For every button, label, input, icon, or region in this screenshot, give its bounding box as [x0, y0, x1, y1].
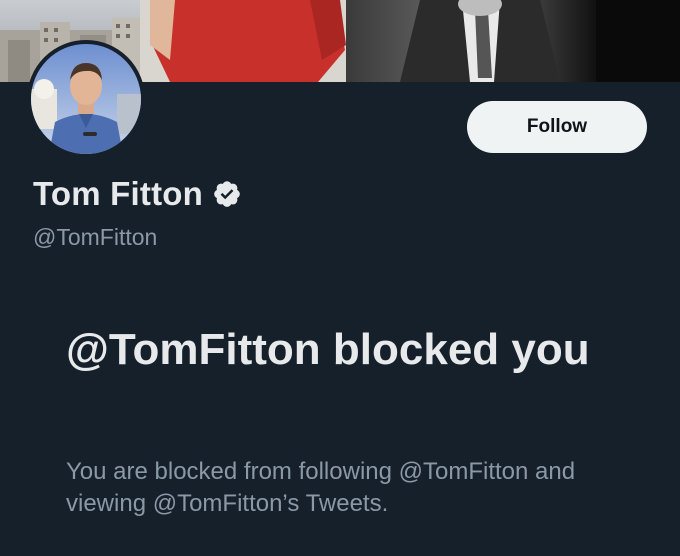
- avatar-image: [31, 44, 141, 154]
- display-name: Tom Fitton: [33, 175, 203, 212]
- blocked-description: You are blocked from following @TomFitto…: [66, 458, 576, 517]
- blocked-title: @TomFitton blocked you: [66, 325, 590, 374]
- display-name-row: Tom Fitton: [33, 174, 242, 214]
- follow-button[interactable]: Follow: [467, 101, 647, 153]
- verified-badge-icon[interactable]: [212, 179, 242, 209]
- profile-avatar[interactable]: [27, 40, 145, 158]
- profile-handle: @TomFitton: [33, 224, 158, 250]
